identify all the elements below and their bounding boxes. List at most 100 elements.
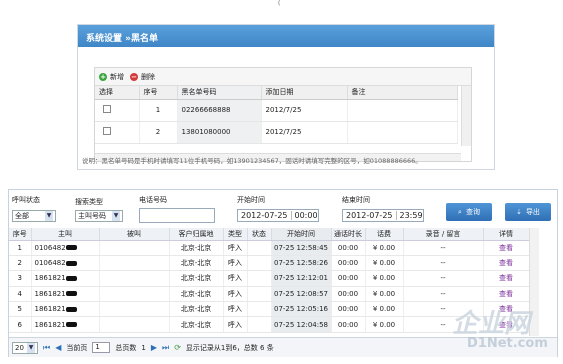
view-detail-link[interactable]: 查看 bbox=[483, 240, 530, 256]
row-note bbox=[347, 99, 458, 122]
col-start-time[interactable]: 开始时间 bbox=[271, 228, 332, 241]
table-row[interactable]: 4 1861821 北京-北京 呼入 07-25 12:08:57 00:00 ¥ 0.00… bbox=[9, 286, 530, 303]
cell-type: 呼入 bbox=[223, 301, 248, 318]
cell-duration: 00:00 bbox=[331, 240, 366, 256]
row-checkbox[interactable] bbox=[103, 127, 111, 135]
cell-fee: ¥ 0.00 bbox=[365, 270, 404, 287]
records-scrollbar[interactable] bbox=[529, 228, 539, 336]
first-page-icon[interactable]: ⏮ bbox=[43, 343, 50, 353]
last-page-icon[interactable]: ⏭ bbox=[162, 343, 169, 353]
caller-number: 1861821 bbox=[34, 320, 66, 329]
table-row[interactable]: 1 02266668888 2012/7/25 bbox=[95, 99, 458, 122]
cell-callee bbox=[99, 240, 170, 256]
cell-recording: -- bbox=[403, 240, 484, 256]
query-label: 查询 bbox=[465, 208, 480, 216]
vertical-scrollbar[interactable] bbox=[461, 86, 471, 146]
blacklist-toolbar: + 新增 − 删除 bbox=[95, 68, 471, 86]
cell-status bbox=[247, 286, 272, 303]
table-row[interactable]: 6 1861821 北京-北京 呼入 07-25 12:04:58 00:00 ¥ 0.00… bbox=[9, 316, 530, 333]
caller-number: 1861821 bbox=[34, 305, 66, 314]
cell-callee bbox=[99, 316, 170, 333]
top-mark: ( bbox=[278, 0, 281, 7]
cell-no: 6 bbox=[9, 316, 32, 333]
cell-status bbox=[247, 255, 272, 272]
watermark-brand: 企业网 bbox=[452, 309, 531, 339]
cell-duration: 00:00 bbox=[331, 270, 366, 287]
cell-callee bbox=[99, 301, 170, 318]
blacklist-grid-box: + 新增 − 删除 选择 序号 黑名单号码 添加日期 备注 1 02266668… bbox=[94, 67, 472, 162]
col-duration: 通话时长 bbox=[331, 228, 366, 241]
cell-start: 07-25 12:08:57 bbox=[271, 286, 332, 303]
export-button[interactable]: ⇣ 导出 bbox=[505, 203, 551, 221]
end-time-field[interactable]: 2012-07-25 23:59 bbox=[342, 209, 424, 222]
phone-input[interactable] bbox=[139, 208, 215, 223]
table-row[interactable]: 3 1861821 北京-北京 呼入 07-25 12:12:01 00:00 ¥ 0.00… bbox=[9, 270, 530, 287]
cell-start: 07-25 12:58:45 bbox=[271, 240, 332, 256]
blacklist-panel: 系统设置 »黑名单 + 新增 − 删除 选择 序号 黑名单号码 添加日期 备注 … bbox=[77, 24, 495, 170]
cell-no: 5 bbox=[9, 301, 32, 318]
cell-callee bbox=[99, 286, 170, 303]
prev-page-icon[interactable]: ◀ bbox=[55, 343, 61, 352]
cell-caller: 1861821 bbox=[31, 270, 100, 287]
cell-status bbox=[247, 316, 272, 333]
start-time: 00:00 bbox=[290, 211, 318, 220]
query-button[interactable]: ⌕ 查询 bbox=[446, 203, 492, 221]
page-size-select[interactable]: 20 ▼ bbox=[12, 341, 38, 354]
redaction-mark bbox=[65, 322, 77, 328]
row-checkbox[interactable] bbox=[103, 105, 111, 113]
redaction-mark bbox=[65, 291, 77, 297]
next-page-icon[interactable]: ▶ bbox=[151, 343, 157, 352]
cell-no: 3 bbox=[9, 270, 32, 287]
redaction-mark bbox=[65, 245, 77, 251]
col-fee: 话费 bbox=[365, 228, 404, 241]
caller-number: 0106482 bbox=[34, 259, 66, 268]
watermark-domain: D1Net.com bbox=[467, 336, 548, 351]
delete-icon: − bbox=[130, 72, 138, 81]
table-row[interactable]: 2 13801080000 2012/7/25 bbox=[95, 121, 458, 144]
blacklist-table: 选择 序号 黑名单号码 添加日期 备注 1 02266668888 2012/7… bbox=[95, 86, 458, 144]
table-row[interactable]: 5 1861821 北京-北京 呼入 07-25 12:05:16 00:00 ¥ 0.00… bbox=[9, 301, 530, 318]
cell-type: 呼入 bbox=[223, 270, 248, 287]
total-pages: 1 bbox=[141, 343, 146, 352]
cell-no: 2 bbox=[9, 255, 32, 272]
col-number[interactable]: 黑名单号码 bbox=[177, 86, 262, 100]
view-detail-link[interactable]: 查看 bbox=[483, 270, 530, 287]
cell-recording: -- bbox=[403, 270, 484, 287]
cell-type: 呼入 bbox=[223, 255, 248, 272]
start-time-label: 开始时间 bbox=[237, 196, 265, 204]
page-size-value: 20 bbox=[15, 343, 24, 352]
search-type-label: 搜索类型 bbox=[75, 198, 103, 206]
cell-fee: ¥ 0.00 bbox=[365, 240, 404, 256]
cell-no: 4 bbox=[9, 286, 32, 303]
row-note bbox=[347, 121, 458, 144]
start-date: 2012-07-25 bbox=[241, 211, 288, 220]
table-row[interactable]: 2 0106482 北京-北京 呼入 07-25 12:58:26 00:00 ¥ 0.00… bbox=[9, 255, 530, 272]
add-button[interactable]: + 新增 bbox=[99, 72, 124, 82]
cell-duration: 00:00 bbox=[331, 316, 366, 333]
row-number: 13801080000 bbox=[177, 121, 262, 144]
cell-type: 呼入 bbox=[223, 240, 248, 256]
start-time-field[interactable]: 2012-07-25 00:00 bbox=[237, 209, 319, 222]
col-select: 选择 bbox=[95, 86, 140, 100]
current-page-input[interactable]: 1 bbox=[92, 342, 111, 353]
view-detail-link[interactable]: 查看 bbox=[483, 255, 530, 272]
col-location: 客户归属地 bbox=[169, 228, 224, 241]
row-date: 2012/7/25 bbox=[261, 121, 348, 144]
cell-recording: -- bbox=[403, 286, 484, 303]
call-status-select[interactable]: 全部 ▼ bbox=[12, 210, 56, 222]
delete-button[interactable]: − 删除 bbox=[130, 72, 155, 82]
cell-duration: 00:00 bbox=[331, 301, 366, 318]
end-time-label: 结束时间 bbox=[342, 196, 370, 204]
cell-start: 07-25 12:05:16 bbox=[271, 301, 332, 318]
view-detail-link[interactable]: 查看 bbox=[483, 286, 530, 303]
search-type-value: 主叫号码 bbox=[78, 212, 106, 220]
search-type-select[interactable]: 主叫号码 ▼ bbox=[75, 210, 123, 222]
table-row[interactable]: 1 0106482 北京-北京 呼入 07-25 12:58:45 00:00 ¥ 0.00… bbox=[9, 240, 530, 256]
caller-number: 1861821 bbox=[34, 289, 66, 298]
refresh-icon[interactable]: ⟳ bbox=[174, 343, 181, 352]
delete-label: 删除 bbox=[141, 72, 155, 81]
redaction-mark bbox=[65, 306, 77, 312]
pager-info: 显示记录从1到6，总数 6 条 bbox=[185, 343, 274, 352]
col-no: 序号 bbox=[9, 228, 32, 241]
cell-fee: ¥ 0.00 bbox=[365, 255, 404, 272]
